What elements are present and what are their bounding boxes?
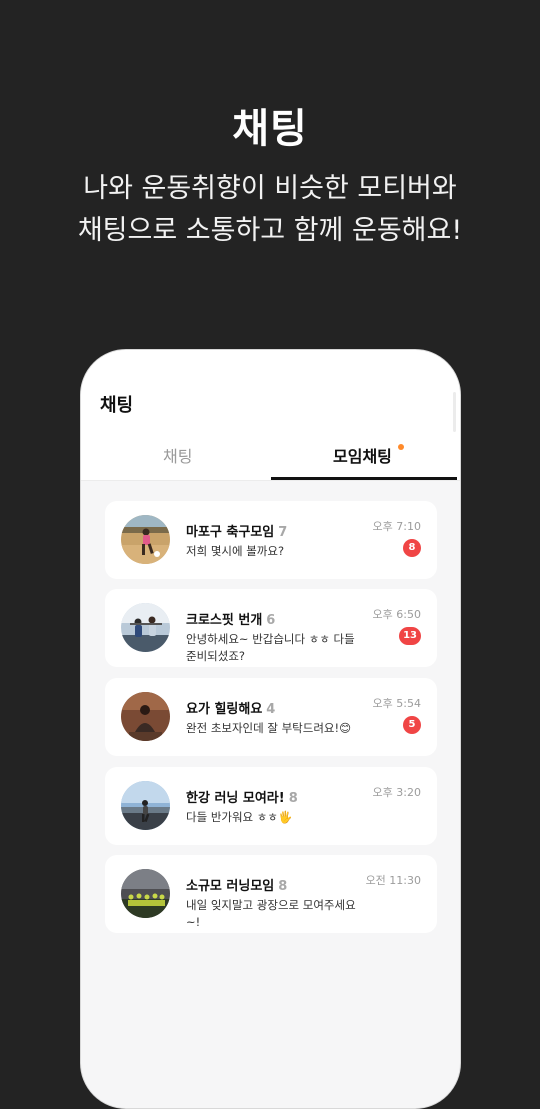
- last-message: 다들 반가워요 ㅎㅎ🖐: [186, 810, 293, 824]
- crossfit-avatar: [121, 603, 170, 652]
- chat-room-card[interactable]: 요가 힐링해요 4 완전 초보자인데 잘 부탁드려요!😊 오후 5:54 5: [105, 678, 437, 756]
- chat-room-card[interactable]: 마포구 축구모임 7 저희 몇시에 볼까요? 오후 7:10 8: [105, 501, 437, 579]
- message-time: 오전 11:30: [365, 874, 421, 887]
- last-message: 저희 몇시에 볼까요?: [186, 544, 285, 558]
- member-count: 8: [288, 791, 298, 806]
- page-title: 채팅: [100, 395, 134, 416]
- message-time: 오후 5:54: [372, 697, 421, 710]
- member-count: 4: [266, 702, 276, 717]
- unread-badge: 8: [403, 539, 421, 557]
- last-message: 안녕하세요~ 반갑습니다 ㅎㅎ 다들 준비되셨죠?: [186, 632, 355, 663]
- unread-badge: 5: [403, 716, 421, 734]
- chat-room-card[interactable]: 한강 러닝 모여라! 8 다들 반가워요 ㅎㅎ🖐 오후 3:20: [105, 767, 437, 845]
- phone-mockup: 채팅 채팅 모임채팅 마포구 축구모임 7 저희 몇시에 볼까요? 오후 7:10: [80, 349, 461, 1109]
- promo-title: 채팅: [232, 106, 308, 152]
- room-name: 요가 힐링해요 4: [186, 702, 276, 717]
- promo-subtitle: 나와 운동취향이 비슷한 모티버와 채팅으로 소통하고 함께 운동해요!: [0, 168, 540, 252]
- room-name: 소규모 러닝모임 8: [186, 879, 288, 894]
- chat-room-card[interactable]: 크로스핏 번개 6 안녕하세요~ 반갑습니다 ㅎㅎ 다들 준비되셨죠? 오후 6:…: [105, 589, 437, 667]
- tab-divider: [81, 480, 460, 481]
- last-message: 내일 잊지말고 광장으로 모여주세요~!: [186, 898, 356, 929]
- running-avatar: [121, 781, 170, 830]
- promo-subtitle-line-2: 채팅으로 소통하고 함께 운동해요!: [77, 215, 463, 246]
- message-time: 오후 3:20: [372, 786, 421, 799]
- message-time: 오후 7:10: [372, 520, 421, 533]
- room-name: 마포구 축구모임 7: [186, 525, 288, 540]
- soccer-avatar: [121, 515, 170, 564]
- message-time: 오후 6:50: [372, 608, 421, 621]
- tab-chat[interactable]: 채팅: [163, 443, 192, 467]
- app-header: 채팅 채팅 모임채팅: [81, 350, 460, 481]
- chat-room-card[interactable]: 소규모 러닝모임 8 내일 잊지말고 광장으로 모여주세요~! 오전 11:30: [105, 855, 437, 933]
- group-running-avatar: [121, 869, 170, 918]
- new-indicator-dot: [398, 444, 404, 450]
- room-name: 한강 러닝 모여라! 8: [186, 791, 298, 806]
- unread-badge: 13: [399, 627, 421, 645]
- last-message: 완전 초보자인데 잘 부탁드려요!😊: [186, 721, 352, 735]
- room-name: 크로스핏 번개 6: [186, 613, 276, 628]
- promo-subtitle-line-1: 나와 운동취향이 비슷한 모티버와: [83, 173, 457, 204]
- member-count: 7: [278, 525, 288, 540]
- member-count: 8: [278, 879, 288, 894]
- tab-group-chat[interactable]: 모임채팅: [333, 443, 392, 467]
- scrollbar: [453, 392, 456, 432]
- member-count: 6: [266, 613, 276, 628]
- yoga-avatar: [121, 692, 170, 741]
